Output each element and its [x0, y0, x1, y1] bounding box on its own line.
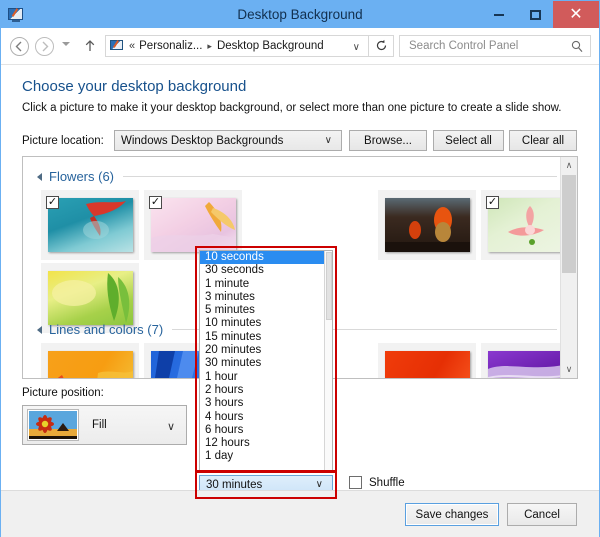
scroll-up-icon[interactable]: ∧	[561, 157, 577, 174]
up-button[interactable]	[82, 39, 98, 55]
search-box[interactable]	[399, 35, 591, 57]
search-icon	[571, 40, 583, 52]
desktop-background-window: Desktop Background ✕ « Personaliz... ▸ D…	[0, 0, 600, 537]
minimize-button[interactable]	[481, 1, 517, 28]
chevron-down-icon: ∨	[166, 421, 175, 433]
option-6-hours[interactable]: 6 hours	[200, 424, 326, 437]
option-1-hour[interactable]: 1 hour	[200, 371, 326, 384]
title-bar: Desktop Background ✕	[1, 1, 599, 28]
table-row[interactable]	[378, 343, 476, 378]
group-divider	[123, 176, 557, 177]
clear-all-button[interactable]: Clear all	[509, 130, 577, 151]
option-1-day[interactable]: 1 day	[200, 450, 326, 463]
picture-location-dropdown[interactable]: Windows Desktop Backgrounds ∨	[114, 130, 342, 151]
group-label-lines-and-colors: Lines and colors (7)	[49, 322, 164, 337]
thumb-checkbox[interactable]: ✓	[486, 196, 499, 209]
scrollbar-thumb[interactable]	[562, 175, 576, 273]
change-interval-option-list[interactable]: 10 seconds 30 seconds 1 minute 3 minutes 5 m…	[199, 250, 333, 472]
thumb-checkbox[interactable]: ✓	[46, 196, 59, 209]
select-all-button[interactable]: Select all	[433, 130, 504, 151]
table-row[interactable]	[41, 343, 139, 378]
up-arrow-icon	[85, 40, 95, 51]
breadcrumb-overflow[interactable]: «	[129, 40, 135, 52]
picture-position-label: Picture position:	[22, 387, 104, 399]
thumb-flower-teal-red[interactable]	[48, 198, 133, 252]
shuffle-checkbox[interactable]	[349, 476, 362, 489]
option-3-minutes[interactable]: 3 minutes	[200, 291, 326, 304]
thumb-flower-pink[interactable]	[151, 198, 236, 252]
table-row[interactable]	[378, 190, 476, 260]
option-4-hours[interactable]: 4 hours	[200, 411, 326, 424]
picture-location-label: Picture location:	[22, 135, 104, 147]
maximize-icon	[529, 9, 541, 20]
option-10-seconds[interactable]: 10 seconds	[200, 251, 326, 265]
dialog-footer: Save changes Cancel	[1, 490, 599, 537]
shuffle-option[interactable]: Shuffle	[349, 476, 405, 489]
thumb-lines-red[interactable]	[385, 351, 470, 378]
option-10-minutes[interactable]: 10 minutes	[200, 317, 326, 330]
desktop-background-icon	[8, 7, 24, 23]
picture-position-value: Fill	[92, 419, 107, 431]
chevron-down-icon[interactable]: ∨	[353, 42, 360, 53]
expand-collapse-icon[interactable]	[37, 172, 42, 181]
thumb-checkbox[interactable]: ✓	[149, 196, 162, 209]
thumb-daisy-preview	[27, 409, 79, 441]
option-2-hours[interactable]: 2 hours	[200, 384, 326, 397]
page-title: Choose your desktop background	[22, 78, 247, 95]
browse-button[interactable]: Browse...	[349, 130, 427, 151]
recent-locations-button[interactable]	[62, 42, 70, 46]
picture-location-value: Windows Desktop Backgrounds	[121, 134, 284, 147]
option-1-minute[interactable]: 1 minute	[200, 278, 326, 291]
navigation-bar: « Personaliz... ▸ Desktop Background ∨	[1, 28, 599, 65]
forward-button[interactable]	[35, 37, 54, 56]
picture-list-scrollbar[interactable]: ∧ ∨	[560, 157, 577, 378]
option-30-minutes[interactable]: 30 minutes	[200, 357, 326, 370]
address-bar[interactable]: « Personaliz... ▸ Desktop Background ∨	[105, 35, 369, 57]
cancel-button[interactable]: Cancel	[507, 503, 577, 526]
close-icon: ✕	[569, 5, 583, 23]
option-5-minutes[interactable]: 5 minutes	[200, 304, 326, 317]
group-label-flowers: Flowers (6)	[49, 169, 115, 184]
minimize-icon	[494, 13, 504, 16]
option-3-hours[interactable]: 3 hours	[200, 397, 326, 410]
option-20-minutes[interactable]: 20 minutes	[200, 344, 326, 357]
chevron-down-icon: ∨	[324, 135, 332, 146]
table-row[interactable]: ✓	[41, 190, 139, 260]
group-header-flowers[interactable]: Flowers (6)	[37, 169, 557, 184]
option-list-items: 10 seconds 30 seconds 1 minute 3 minutes 5 m…	[200, 251, 326, 464]
search-input[interactable]	[407, 39, 561, 53]
page-description: Click a picture to make it your desktop …	[22, 102, 562, 114]
expand-collapse-icon[interactable]	[37, 325, 42, 334]
breadcrumb-item-desktop-background[interactable]: Desktop Background	[217, 40, 324, 52]
option-list-scrollbar[interactable]	[324, 251, 332, 471]
option-30-seconds[interactable]: 30 seconds	[200, 264, 326, 277]
maximize-button[interactable]	[517, 1, 553, 28]
save-changes-button[interactable]: Save changes	[405, 503, 499, 526]
content-pane: Choose your desktop background Click a p…	[1, 65, 599, 499]
chevron-down-icon: ∨	[315, 479, 323, 490]
picture-position-dropdown[interactable]: Fill ∨	[22, 405, 187, 445]
scroll-down-icon[interactable]: ∨	[561, 361, 577, 378]
refresh-button[interactable]	[369, 35, 394, 57]
refresh-icon	[376, 39, 386, 51]
address-bar-icon	[110, 40, 124, 52]
thumb-lines-orange[interactable]	[48, 351, 133, 378]
option-15-minutes[interactable]: 15 minutes	[200, 331, 326, 344]
breadcrumb-separator-icon: ▸	[207, 40, 212, 51]
shuffle-label: Shuffle	[369, 476, 405, 489]
close-button[interactable]: ✕	[553, 1, 599, 28]
thumb-flower-lime[interactable]	[48, 271, 133, 325]
back-arrow-icon	[15, 41, 22, 52]
thumb-flower-dark-tulip[interactable]	[385, 198, 470, 252]
option-12-hours[interactable]: 12 hours	[200, 437, 326, 450]
forward-arrow-icon	[42, 41, 49, 52]
scrollbar-thumb[interactable]	[326, 252, 332, 320]
back-button[interactable]	[10, 37, 29, 56]
breadcrumb-item-personalization[interactable]: Personaliz...	[139, 40, 202, 52]
